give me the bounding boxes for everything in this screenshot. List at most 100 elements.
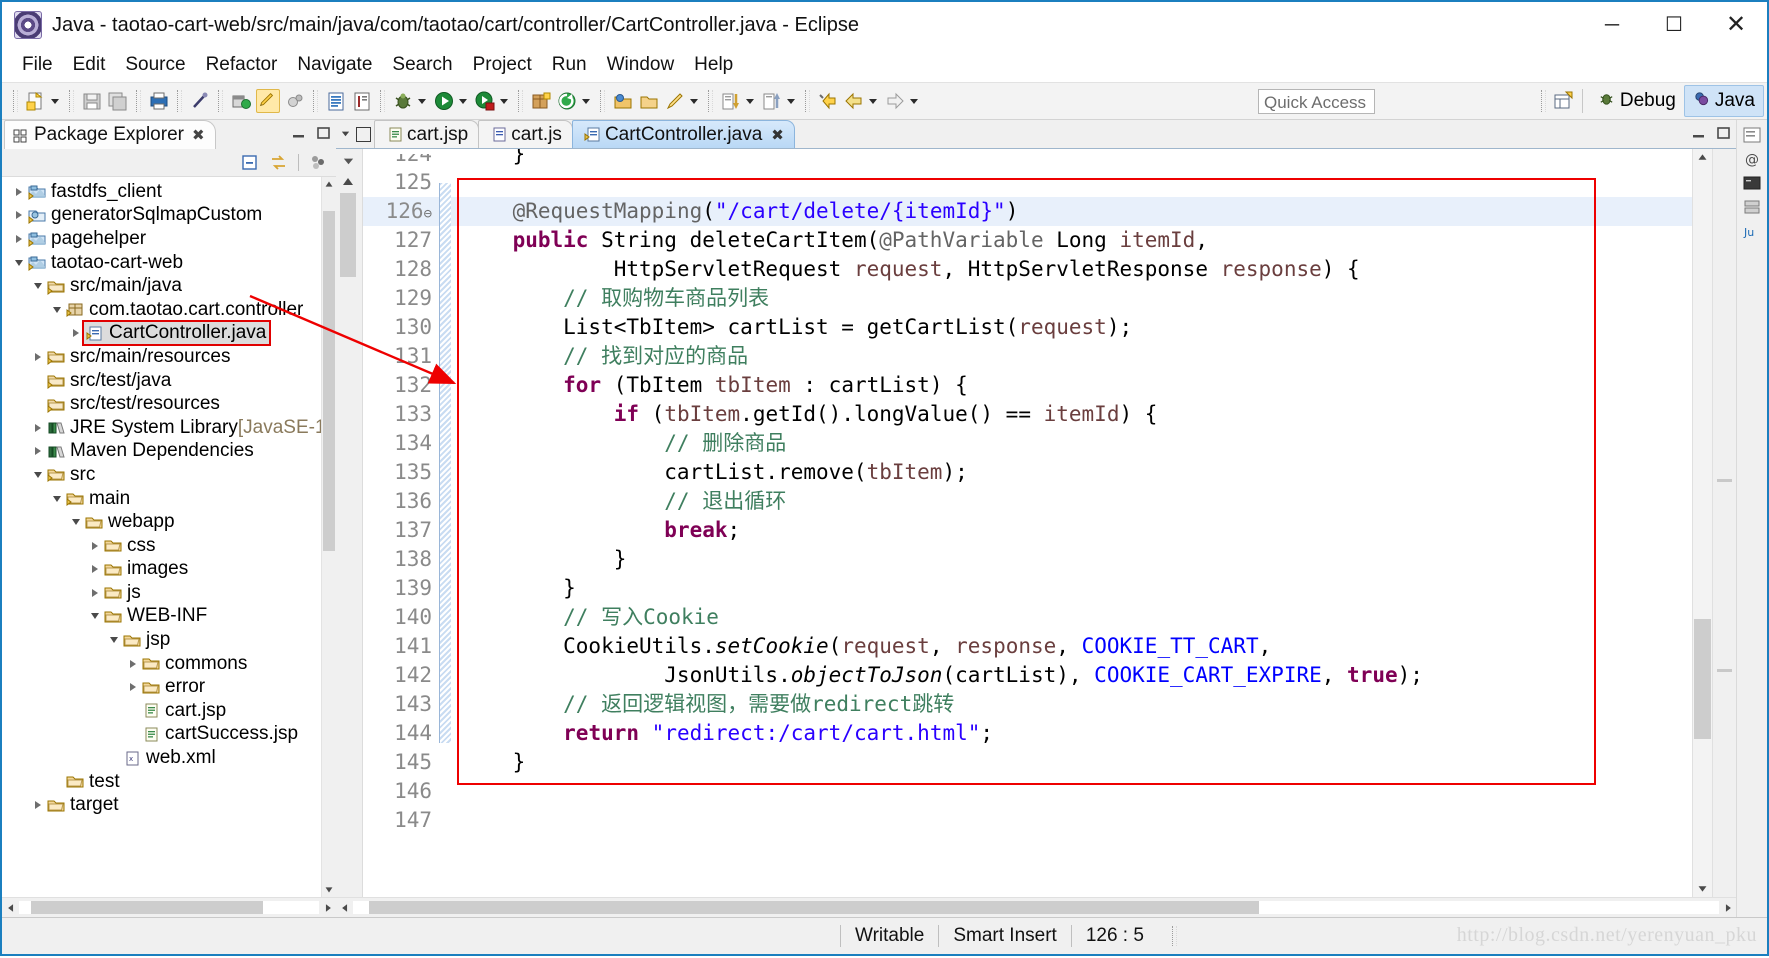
tree-item-cartsuccess-jsp[interactable]: cartSuccess.jsp — [2, 723, 321, 747]
code-line[interactable]: // 取购物车商品列表 — [451, 284, 1692, 313]
console-icon[interactable] — [1742, 174, 1762, 192]
new-java-package-icon[interactable] — [230, 90, 252, 112]
at-icon[interactable]: @ — [1742, 150, 1762, 168]
code-line[interactable]: break; — [451, 516, 1692, 545]
tree-item-cartcontroller-java[interactable]: CartController.java — [2, 320, 321, 347]
save-icon[interactable] — [81, 90, 103, 112]
minimize-button[interactable]: ─ — [1581, 2, 1643, 48]
run-coverage-icon[interactable] — [474, 90, 496, 112]
code-line[interactable]: for (TbItem tbItem : cartList) { — [451, 371, 1692, 400]
next-annotation-dropdown-icon[interactable] — [744, 90, 756, 112]
code-line[interactable]: // 退出循环 — [451, 487, 1692, 516]
tree-item-web-xml[interactable]: x web.xml — [2, 746, 321, 770]
save-all-icon[interactable] — [107, 90, 129, 112]
menu-project[interactable]: Project — [463, 52, 542, 78]
editor-tab-cart-jsp[interactable]: cart.jsp — [374, 120, 480, 148]
tree-item-commons[interactable]: commons — [2, 652, 321, 676]
tree-item-target[interactable]: target — [2, 793, 321, 817]
open-type-icon[interactable] — [325, 90, 347, 112]
scroll-up-icon[interactable] — [1693, 149, 1712, 166]
menu-refactor[interactable]: Refactor — [196, 52, 288, 78]
tree-item-web-inf[interactable]: WEB-INF — [2, 605, 321, 629]
menu-window[interactable]: Window — [597, 52, 685, 78]
hscroll-track[interactable] — [19, 901, 319, 914]
previous-annotation-icon[interactable] — [761, 90, 783, 112]
code-line[interactable]: } — [451, 149, 1692, 168]
tree-item-src-main-java[interactable]: src/main/java — [2, 274, 321, 298]
chevron-down-icon[interactable] — [86, 613, 103, 620]
tree-item-webapp[interactable]: webapp — [2, 510, 321, 534]
maximize-button[interactable]: ☐ — [1643, 2, 1705, 48]
code-line[interactable]: JsonUtils.objectToJson(cartList), COOKIE… — [451, 661, 1692, 690]
scroll-right-icon[interactable] — [1719, 899, 1736, 916]
tree-item-cart-jsp[interactable]: cart.jsp — [2, 699, 321, 723]
chevron-down-icon[interactable] — [10, 259, 27, 266]
new-package-wizard-icon[interactable] — [530, 90, 552, 112]
tree-item-src-main-resources[interactable]: src/main/resources — [2, 345, 321, 369]
servers-icon[interactable] — [1742, 198, 1762, 216]
next-annotation-icon[interactable] — [720, 90, 742, 112]
tree-item-taotao-cart-web[interactable]: taotao-cart-web — [2, 251, 321, 275]
back-dropdown-icon[interactable] — [867, 90, 879, 112]
link-with-editor-icon[interactable] — [269, 153, 288, 172]
format-brush-icon[interactable] — [664, 90, 686, 112]
scrollbar-thumb[interactable] — [31, 901, 263, 914]
debug-dropdown-icon[interactable] — [416, 90, 428, 112]
code-line[interactable]: @RequestMapping("/cart/delete/{itemId}") — [451, 197, 1692, 226]
open-task-icon[interactable] — [351, 90, 373, 112]
code-line[interactable]: cartList.remove(tbItem); — [451, 458, 1692, 487]
menu-search[interactable]: Search — [382, 52, 462, 78]
chevron-right-icon[interactable] — [29, 423, 46, 432]
outline-icon[interactable] — [1742, 126, 1762, 144]
edit-pencil-icon[interactable] — [256, 89, 280, 113]
chevron-right-icon[interactable] — [67, 329, 84, 338]
code-line[interactable]: // 找到对应的商品 — [451, 342, 1692, 371]
scrollbar-thumb[interactable] — [340, 193, 356, 277]
scroll-left-icon[interactable] — [2, 899, 19, 916]
link-break-icon[interactable] — [189, 90, 211, 112]
perspective-java[interactable]: Java — [1683, 85, 1764, 117]
debug-icon[interactable] — [392, 90, 414, 112]
chevron-down-icon[interactable] — [29, 283, 46, 290]
code-line[interactable]: CookieUtils.setCookie(request, response,… — [451, 632, 1692, 661]
editor-vertical-scrollbar[interactable] — [1692, 149, 1712, 897]
scrollbar-thumb[interactable] — [369, 901, 1259, 914]
chevron-right-icon[interactable] — [86, 541, 103, 550]
tree-item-main[interactable]: main — [2, 487, 321, 511]
run-dropdown-icon[interactable] — [457, 90, 469, 112]
menu-edit[interactable]: Edit — [63, 52, 116, 78]
tree-item-images[interactable]: images — [2, 558, 321, 582]
tree-item-pagehelper[interactable]: pagehelper — [2, 227, 321, 251]
code-line[interactable]: // 删除商品 — [451, 429, 1692, 458]
code-line[interactable]: } — [451, 545, 1692, 574]
tree-item-error[interactable]: error — [2, 675, 321, 699]
code-line[interactable]: } — [451, 574, 1692, 603]
tree-item-generatorsqlmapcustom[interactable]: generatorSqlmapCustom — [2, 204, 321, 228]
hscroll-track[interactable] — [353, 901, 1719, 914]
open-perspective-icon[interactable] — [1551, 89, 1575, 113]
chevron-down-icon[interactable] — [48, 306, 65, 313]
forward-icon[interactable] — [884, 90, 906, 112]
menu-help[interactable]: Help — [684, 52, 743, 78]
maximize-editor-icon[interactable] — [1716, 125, 1732, 141]
overview-marker[interactable] — [1717, 669, 1732, 672]
tree-item-com-taotao-cart-controller[interactable]: com.taotao.cart.controller — [2, 298, 321, 322]
refresh-dropdown-icon[interactable] — [580, 90, 592, 112]
package-tree[interactable]: fastdfs_client generatorSqlmapCustom pageh… — [2, 177, 321, 897]
code-line[interactable]: // 写入Cookie — [451, 603, 1692, 632]
back-icon[interactable] — [843, 90, 865, 112]
code-line[interactable]: List<TbItem> cartList = getCartList(requ… — [451, 313, 1692, 342]
open-folder2-icon[interactable] — [638, 90, 660, 112]
editor-horizontal-scrollbar[interactable] — [336, 897, 1736, 917]
tree-item-src-test-resources[interactable]: src/test/resources — [2, 392, 321, 416]
tab-package-explorer[interactable]: Package Explorer ✖ — [4, 120, 216, 149]
new-wizard-dropdown-icon[interactable] — [49, 90, 61, 112]
close-button[interactable]: ✕ — [1705, 2, 1767, 48]
chevron-right-icon[interactable] — [29, 801, 46, 810]
code-editor[interactable]: } @RequestMapping("/cart/delete/{itemId}… — [451, 149, 1692, 897]
code-line[interactable]: } — [451, 748, 1692, 777]
menu-file[interactable]: File — [12, 52, 63, 78]
forward-dropdown-icon[interactable] — [908, 90, 920, 112]
chevron-right-icon[interactable] — [10, 234, 27, 243]
overview-marker[interactable] — [1717, 479, 1732, 482]
